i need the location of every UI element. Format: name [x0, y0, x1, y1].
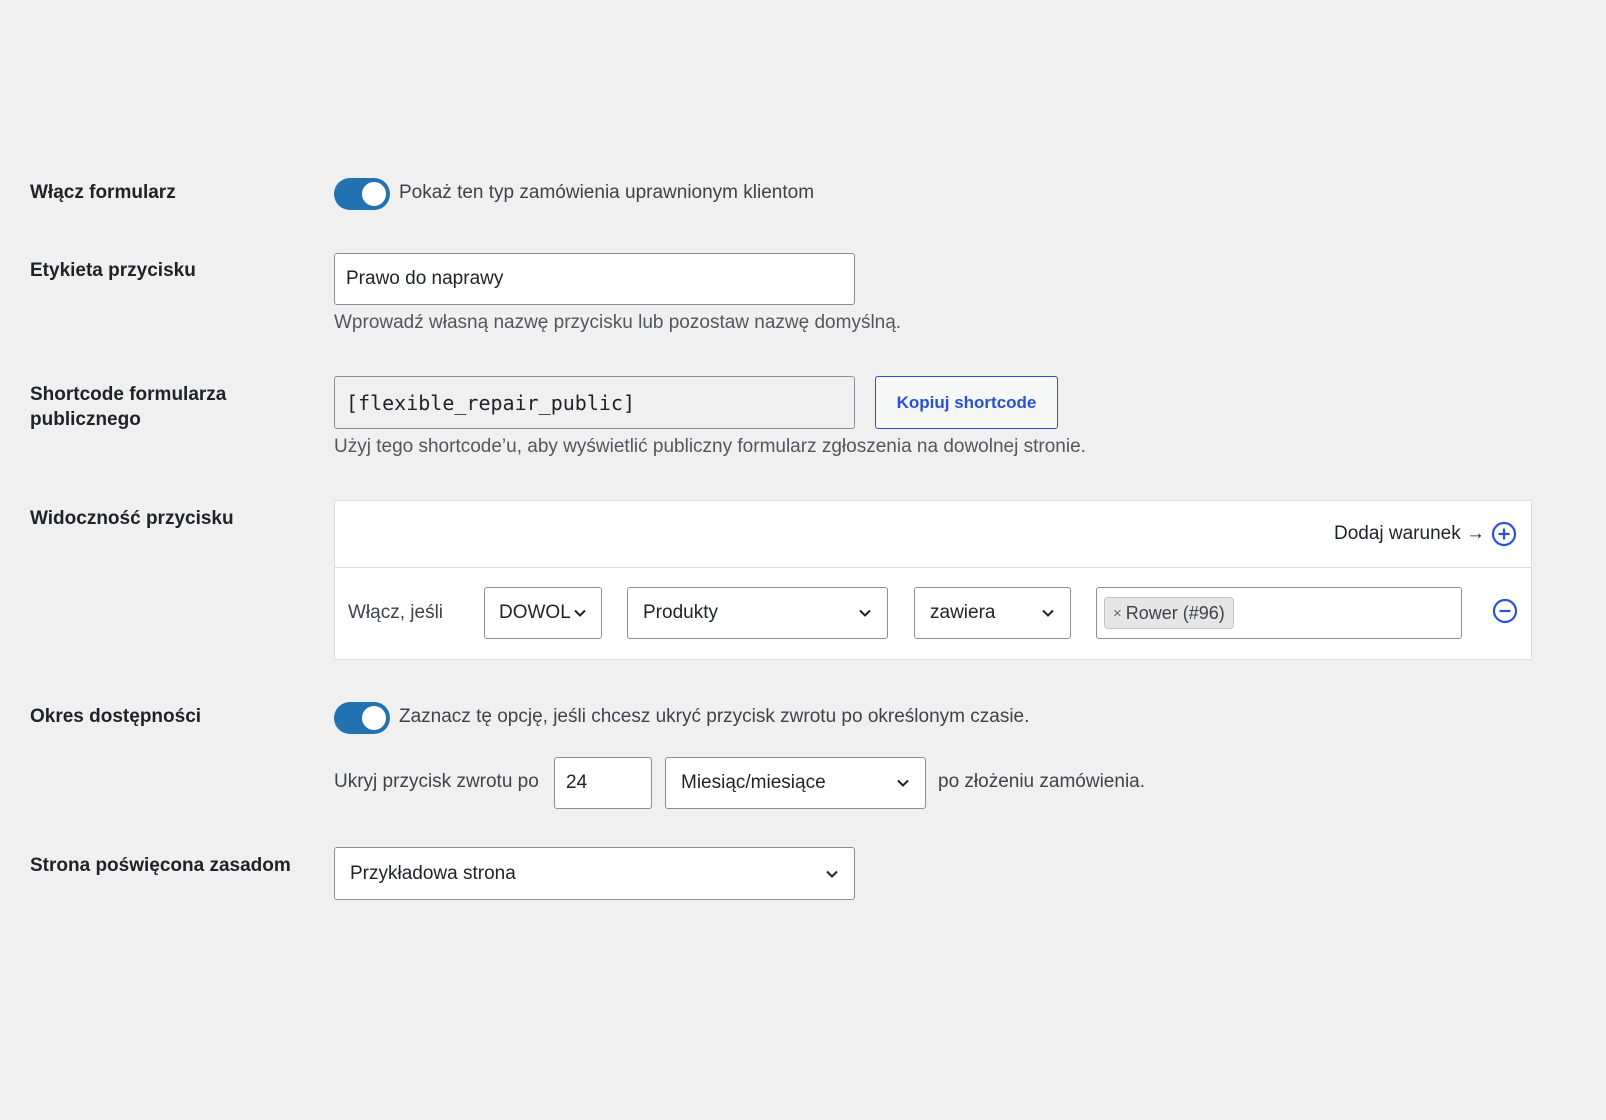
- minus-circle-icon[interactable]: [1492, 598, 1518, 624]
- rule-operator-select[interactable]: zawiera: [914, 587, 1071, 639]
- visibility-label: Widoczność przycisku: [30, 508, 234, 529]
- button-label-label: Etykieta przycisku: [30, 260, 196, 281]
- button-label-input-value: Prawo do naprawy: [346, 268, 504, 289]
- rule-mode-select-value: DOWOL: [499, 602, 571, 623]
- shortcode-input-value: [flexible_repair_public]: [346, 390, 635, 415]
- chip-remove-icon[interactable]: ×: [1113, 605, 1122, 622]
- shortcode-label-line1: Shortcode formularza: [30, 384, 227, 405]
- hide-amount-value: 24: [566, 772, 588, 793]
- shortcode-input[interactable]: [flexible_repair_public]: [334, 376, 855, 429]
- visibility-conditions-panel: Dodaj warunek → Włącz, jeśli DOWOL Produ…: [334, 500, 1532, 660]
- rule-mode-select[interactable]: DOWOL: [484, 587, 602, 639]
- rule-operator-select-value: zawiera: [930, 602, 996, 623]
- button-label-input[interactable]: Prawo do naprawy: [334, 253, 855, 305]
- rule-field-select-value: Produkty: [643, 602, 718, 623]
- toggle-knob: [362, 706, 386, 730]
- availability-toggle-text: Zaznacz tę opcję, jeśli chcesz ukryć prz…: [399, 706, 1030, 727]
- policy-page-select-value: Przykładowa strona: [350, 862, 516, 884]
- chevron-down-icon: [897, 779, 909, 787]
- shortcode-label: Shortcode formularza publicznego: [30, 382, 226, 432]
- hide-prefix-text: Ukryj przycisk zwrotu po: [334, 771, 539, 792]
- hide-suffix-text: po złożeniu zamówienia.: [938, 771, 1146, 792]
- enable-form-toggle[interactable]: [334, 178, 390, 210]
- policy-page-label: Strona poświęcona zasadom: [30, 855, 291, 876]
- shortcode-label-line2: publicznego: [30, 409, 141, 430]
- chevron-down-icon: [1042, 609, 1054, 617]
- rule-field-select[interactable]: Produkty: [627, 587, 888, 639]
- availability-toggle[interactable]: [334, 702, 390, 734]
- chevron-down-icon: [574, 609, 586, 617]
- plus-circle-icon[interactable]: [1491, 521, 1517, 547]
- hide-unit-select[interactable]: Miesiąc/miesiące: [665, 757, 926, 809]
- enable-form-toggle-text: Pokaż ten typ zamówienia uprawnionym kli…: [399, 182, 815, 203]
- value-chip-label: Rower (#96): [1125, 602, 1225, 623]
- copy-shortcode-button[interactable]: Kopiuj shortcode: [875, 376, 1058, 429]
- value-chip: × Rower (#96): [1104, 597, 1234, 629]
- panel-divider: [335, 567, 1531, 568]
- rule-prefix: Włącz, jeśli: [348, 602, 444, 623]
- toggle-knob: [362, 182, 386, 206]
- availability-label: Okres dostępności: [30, 706, 202, 727]
- button-label-description: Wprowadź własną nazwę przycisku lub pozo…: [334, 312, 902, 333]
- hide-unit-select-value: Miesiąc/miesiące: [681, 772, 826, 793]
- rule-values-multiselect[interactable]: × Rower (#96): [1096, 587, 1462, 639]
- enable-form-label: Włącz formularz: [30, 182, 176, 203]
- chevron-down-icon: [826, 870, 838, 878]
- add-condition-text: Dodaj warunek →: [1333, 523, 1485, 544]
- policy-page-select[interactable]: Przykładowa strona: [334, 847, 855, 900]
- chevron-down-icon: [859, 609, 871, 617]
- add-condition-link[interactable]: Dodaj warunek →: [1334, 521, 1517, 547]
- hide-amount-input[interactable]: 24: [554, 757, 652, 809]
- shortcode-description: Użyj tego shortcode’u, aby wyświetlić pu…: [334, 436, 1086, 457]
